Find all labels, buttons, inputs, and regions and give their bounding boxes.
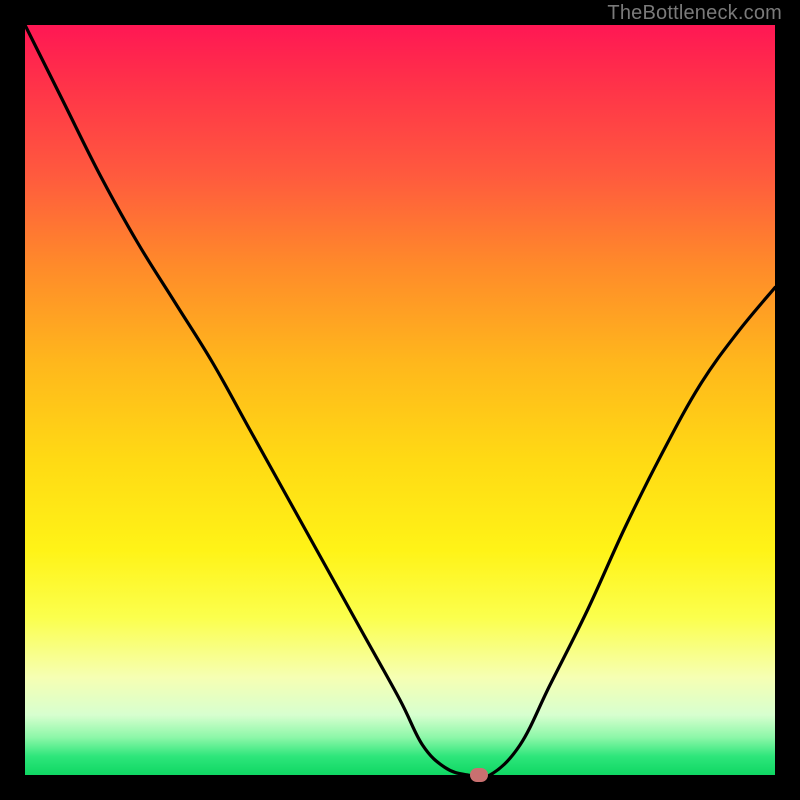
chart-container: TheBottleneck.com [0,0,800,800]
plot-area [25,25,775,775]
bottleneck-curve [25,25,775,775]
minimum-marker [470,768,488,782]
attribution-label: TheBottleneck.com [607,2,782,25]
